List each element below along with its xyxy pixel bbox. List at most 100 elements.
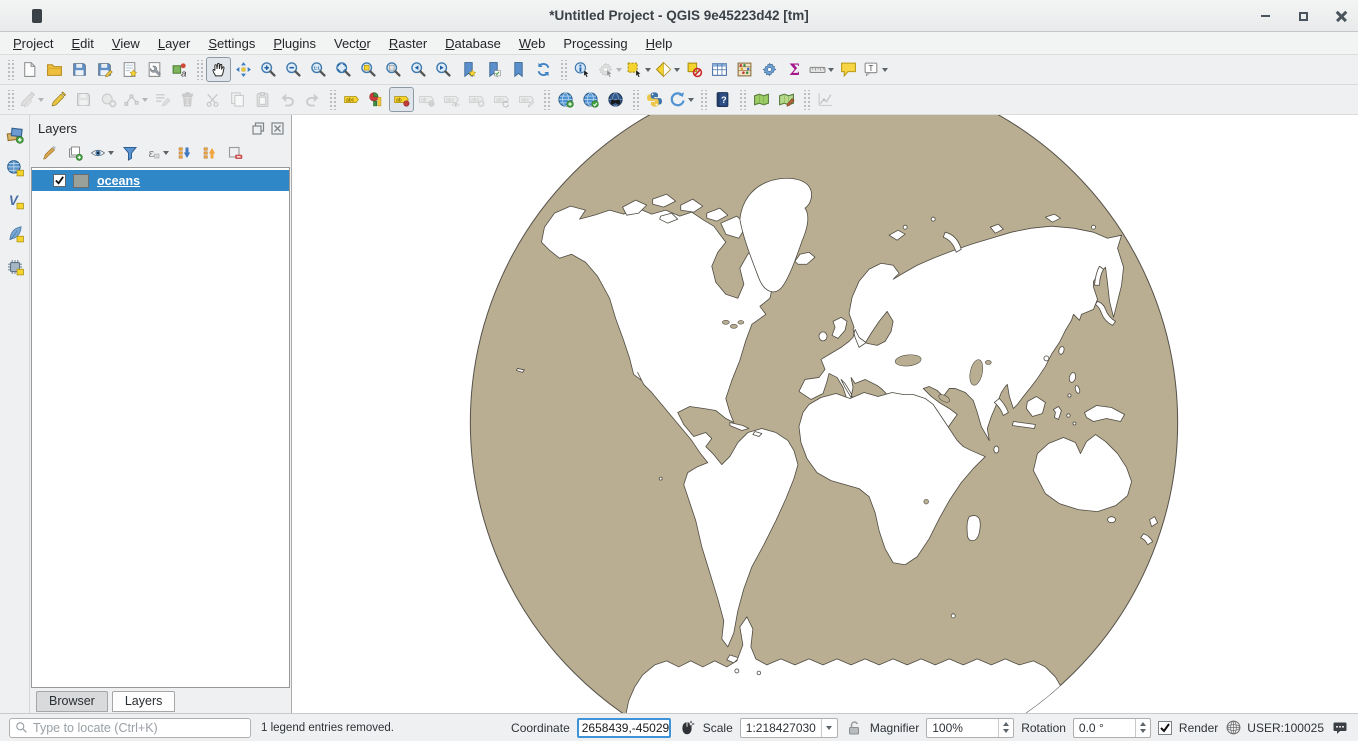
copy-features-button[interactable] [225,87,250,112]
scale-dropdown-button[interactable] [821,719,837,737]
refresh-map-button[interactable] [531,57,556,82]
filter-legend-button[interactable] [118,142,141,165]
layout-manager-button[interactable] [142,57,167,82]
processing-toolbox-button[interactable] [757,57,782,82]
toolbar-handle[interactable] [6,90,14,110]
toolbar-handle[interactable] [631,90,639,110]
maximize-button[interactable] [1296,9,1310,23]
menu-plugins[interactable]: Plugins [264,34,325,53]
layer-tree[interactable]: oceans [31,167,290,688]
menu-processing[interactable]: Processing [554,34,636,53]
zoom-out-button[interactable] [281,57,306,82]
change-label-button[interactable]: abc [514,87,539,112]
new-project-button[interactable] [17,57,42,82]
toolbar-handle[interactable] [738,90,746,110]
toolbar-handle[interactable] [559,60,567,80]
osm-tools-button[interactable] [774,87,799,112]
layer-row-oceans[interactable]: oceans [32,170,289,191]
map-tips-button[interactable] [836,57,861,82]
rotation-spinbox[interactable]: 0.0 ° [1073,718,1151,738]
save-project-as-button[interactable] [92,57,117,82]
menu-raster[interactable]: Raster [380,34,436,53]
menu-edit[interactable]: Edit [62,34,102,53]
menu-vector[interactable]: Vector [325,34,380,53]
add-group-button[interactable] [63,142,86,165]
panel-close-button[interactable] [270,121,285,135]
menu-help[interactable]: Help [637,34,682,53]
grass-tools-button[interactable] [749,87,774,112]
paste-features-button[interactable] [250,87,275,112]
current-edits-button[interactable] [17,87,46,112]
toolbar-handle[interactable] [699,90,707,110]
new-virtual-layer-button[interactable] [3,255,27,279]
processing-history-button[interactable] [667,87,696,112]
zoom-next-button[interactable] [431,57,456,82]
web-globe-sync-button[interactable] [578,87,603,112]
bookmark-manager-button[interactable] [506,57,531,82]
rotate-label-button[interactable]: abc [489,87,514,112]
menu-settings[interactable]: Settings [199,34,264,53]
zoom-to-layer-button[interactable] [381,57,406,82]
magnifier-spinbox[interactable]: 100% [926,718,1014,738]
measure-line-button[interactable] [807,57,836,82]
toolbar-handle[interactable] [6,60,14,80]
cut-features-button[interactable] [200,87,225,112]
lock-scale-button[interactable] [845,719,863,737]
select-by-value-button[interactable] [653,57,682,82]
toolbar-handle[interactable] [802,90,810,110]
undo-button[interactable] [275,87,300,112]
toolbar-handle[interactable] [542,90,550,110]
layer-labeling-button[interactable]: abc [339,87,364,112]
scale-combobox[interactable]: 1:218427030 [740,718,838,738]
expand-all-button[interactable] [173,142,196,165]
layer-name[interactable]: oceans [97,174,140,188]
python-console-button[interactable] [642,87,667,112]
render-checkbox[interactable] [1158,721,1172,735]
profile-plot-button[interactable] [813,87,838,112]
new-print-layout-button[interactable] [117,57,142,82]
toggle-extents-button[interactable] [678,719,696,737]
panel-float-button[interactable] [251,121,266,135]
messages-button[interactable] [1331,719,1349,737]
coordinate-input[interactable]: 2658439,-4502993 [577,718,671,738]
new-geopackage-layer-button[interactable] [3,156,27,180]
open-layer-styling-button[interactable] [38,142,61,165]
menu-view[interactable]: View [103,34,149,53]
zoom-in-button[interactable] [256,57,281,82]
save-project-button[interactable] [67,57,92,82]
help-contents-button[interactable]: ? [710,87,735,112]
show-spatial-bookmarks-button[interactable] [481,57,506,82]
toolbar-handle[interactable] [328,90,336,110]
menu-layer[interactable]: Layer [149,34,200,53]
toggle-editing-button[interactable] [46,87,71,112]
deselect-all-button[interactable] [682,57,707,82]
new-spatialite-layer-button[interactable] [3,222,27,246]
collapse-all-button[interactable] [198,142,221,165]
new-spatial-bookmark-button[interactable] [456,57,481,82]
data-source-manager-button[interactable] [3,123,27,147]
statistical-summary-button[interactable]: Σ [782,57,807,82]
style-manager-button[interactable]: a [167,57,192,82]
locator-search-input[interactable]: Type to locate (Ctrl+K) [9,718,251,738]
vertex-tool-button[interactable] [121,87,150,112]
select-features-button[interactable] [624,57,653,82]
zoom-native-button[interactable]: 1:1 [306,57,331,82]
modify-attributes-button[interactable] [150,87,175,112]
open-project-button[interactable] [42,57,67,82]
zoom-full-button[interactable] [331,57,356,82]
delete-selected-button[interactable] [175,87,200,112]
minimize-button[interactable] [1258,9,1272,23]
identify-features-button[interactable] [570,57,595,82]
rotation-spin-buttons[interactable] [1135,719,1150,737]
redo-button[interactable] [300,87,325,112]
layer-visibility-checkbox[interactable] [53,174,66,187]
zoom-to-selection-button[interactable] [356,57,381,82]
remove-layer-button[interactable] [223,142,246,165]
toolbar-handle[interactable] [195,60,203,80]
close-button[interactable] [1334,9,1348,23]
add-feature-button[interactable] [96,87,121,112]
move-label-button[interactable]: abc [464,87,489,112]
run-feature-action-button[interactable] [595,57,624,82]
metasearch-button[interactable] [603,87,628,112]
web-globe-add-button[interactable] [553,87,578,112]
